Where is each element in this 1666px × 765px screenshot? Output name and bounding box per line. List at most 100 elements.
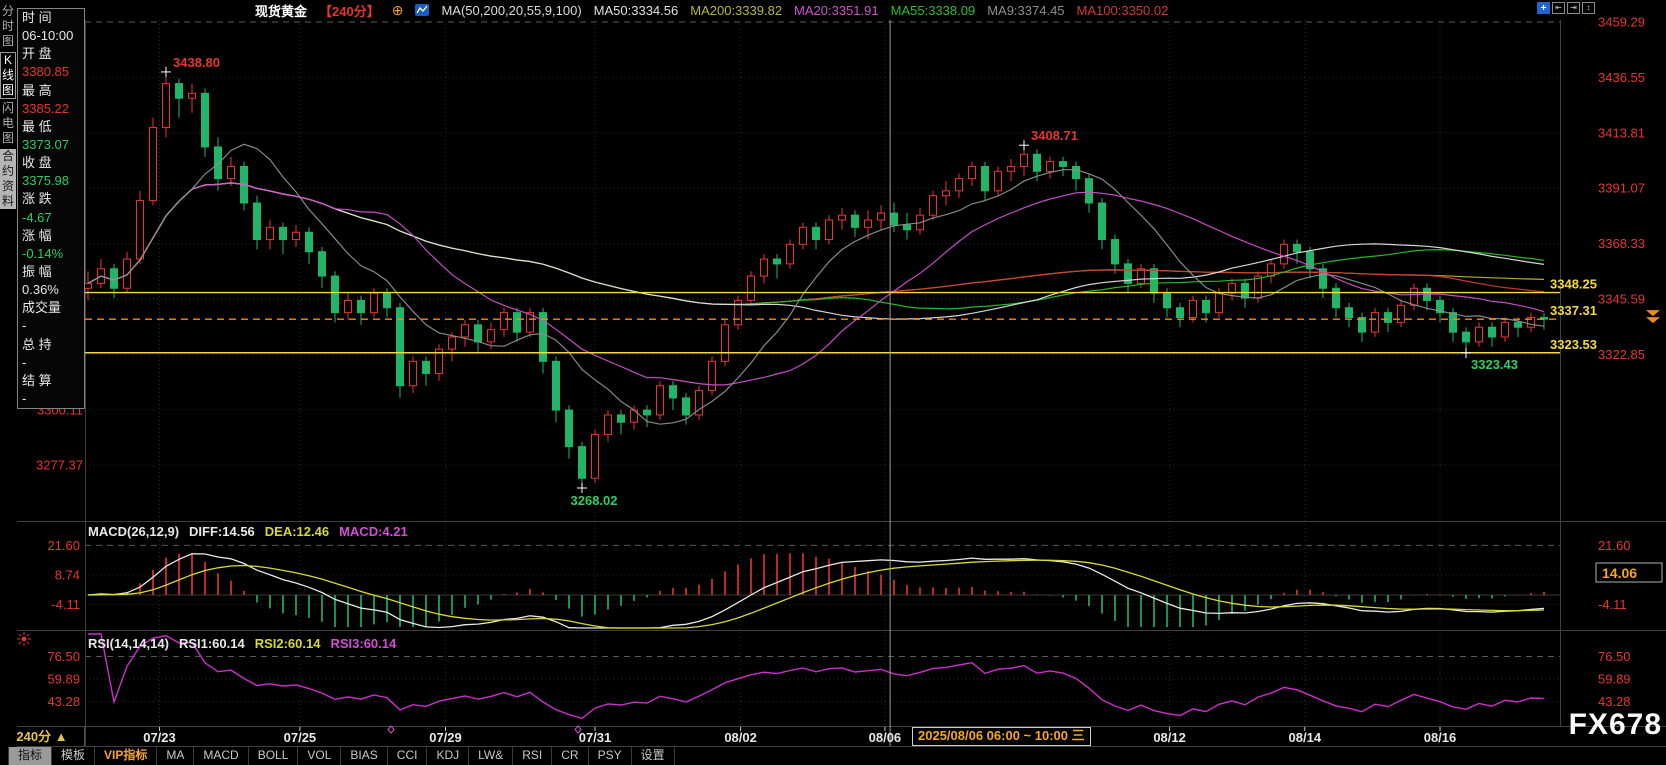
svg-text:3322.85: 3322.85 <box>1598 347 1645 362</box>
info-value: 3385.22 <box>18 100 84 118</box>
toolbar-tab-RSI[interactable]: RSI <box>513 747 552 765</box>
svg-text:3337.31: 3337.31 <box>1550 303 1597 318</box>
svg-text:43.28: 43.28 <box>47 694 80 709</box>
info-label: 涨 幅 <box>18 227 84 245</box>
ma-value-ma20: MA20:3351.91 <box>794 3 879 18</box>
toolbar-tab-BOLL[interactable]: BOLL <box>249 747 299 765</box>
rsi-value-3: RSI3:60.14 <box>330 636 396 651</box>
toolbar-grip <box>0 747 9 765</box>
svg-text:-4.11: -4.11 <box>1598 597 1627 612</box>
rsi-title: RSI(14,14,14) <box>88 636 169 651</box>
svg-text:07/29: 07/29 <box>429 730 462 745</box>
info-value: 3380.85 <box>18 63 84 81</box>
watermark: FX678 <box>1569 708 1662 742</box>
trading-app-window: 3459.293436.553413.813391.073368.333345.… <box>0 0 1666 765</box>
macd-diff-value: DIFF:14.56 <box>189 524 255 539</box>
info-value: 06-10:00 <box>18 27 84 45</box>
macd-title: MACD(26,12,9) <box>88 524 179 539</box>
ma-settings-label: MA(50,200,20,55,9,100) <box>441 3 581 18</box>
svg-text:3323.43: 3323.43 <box>1471 357 1518 372</box>
svg-text:21.60: 21.60 <box>1598 538 1631 553</box>
scale-right-icon[interactable]: ⇥ <box>1567 2 1580 14</box>
svg-text:3268.02: 3268.02 <box>571 493 618 508</box>
macd-current-value-box: 14.06 <box>1596 563 1662 582</box>
svg-text:21.60: 21.60 <box>47 538 80 553</box>
chart-window-icons: +⇤⇥↕ <box>1537 2 1595 14</box>
svg-text:8.74: 8.74 <box>55 567 80 582</box>
svg-text:08/14: 08/14 <box>1289 730 1322 745</box>
svg-text:07/31: 07/31 <box>579 730 612 745</box>
svg-text:3348.25: 3348.25 <box>1550 277 1597 292</box>
info-label: 结 算 <box>18 372 84 390</box>
toolbar-tab-指标[interactable]: 指标 <box>9 747 52 765</box>
svg-text:76.50: 76.50 <box>47 649 80 664</box>
svg-text:08/16: 08/16 <box>1424 730 1457 745</box>
macd-panel <box>88 553 1544 628</box>
period-up-arrow-icon: ▲ <box>55 729 68 744</box>
info-value: 3375.98 <box>18 172 84 190</box>
info-value: - <box>18 354 84 372</box>
period-selector-label: 240分 <box>16 729 51 744</box>
svg-text:07/23: 07/23 <box>143 730 176 745</box>
svg-text:07/25: 07/25 <box>284 730 317 745</box>
svg-text:76.50: 76.50 <box>1598 649 1631 664</box>
rsi-values: RSI1:60.14 RSI2:60.14 RSI3:60.14 <box>179 636 396 651</box>
ma-value-ma200: MA200:3339.82 <box>690 3 782 18</box>
rsi-value-2: RSI2:60.14 <box>255 636 321 651</box>
toolbar-tab-模板[interactable]: 模板 <box>52 747 95 765</box>
ma-values-legend: MA50:3334.56MA200:3339.82MA20:3351.91MA5… <box>594 3 1169 18</box>
info-value: -4.67 <box>18 209 84 227</box>
toolbar-tab-CR[interactable]: CR <box>552 747 588 765</box>
ma-value-ma9: MA9:3374.45 <box>987 3 1064 18</box>
toolbar-tab-VIP指标[interactable]: VIP指标 <box>95 747 157 765</box>
period-selector[interactable]: 240分 ▲ <box>0 727 85 746</box>
date-axis: 07/2307/2507/2907/3108/0208/0608/1208/14… <box>143 726 1456 745</box>
toolbar-tab-MACD[interactable]: MACD <box>194 747 248 765</box>
rsi-value-1: RSI1:60.14 <box>179 636 245 651</box>
info-label: 开 盘 <box>18 45 84 63</box>
svg-text:3413.81: 3413.81 <box>1598 125 1645 140</box>
svg-text:08/12: 08/12 <box>1153 730 1186 745</box>
period-badge[interactable]: 【240分】 <box>319 1 380 20</box>
line-anchor-diamond <box>388 726 394 733</box>
toolbar-tab-设置[interactable]: 设置 <box>632 747 675 765</box>
info-label: 成交量 <box>18 299 84 317</box>
toolbar-tab-KDJ[interactable]: KDJ <box>427 747 469 765</box>
move-crosshair-icon[interactable]: + <box>1537 2 1550 14</box>
svg-text:3436.55: 3436.55 <box>1598 70 1645 85</box>
chart-header: 现货黄金 【240分】 ⊕ MA(50,200,20,55,9,100) MA5… <box>255 1 1168 19</box>
left-tab-strip: 分时图 K线图闪电图合约资料 <box>0 0 17 765</box>
svg-text:3408.71: 3408.71 <box>1031 128 1078 143</box>
macd-dea-value: DEA:12.46 <box>265 524 329 539</box>
sidebar-tab-分时图[interactable]: 分时图 <box>0 4 16 49</box>
ma-value-ma100: MA100:3350.02 <box>1077 3 1169 18</box>
add-indicator-icon[interactable]: ⊕ <box>392 2 404 19</box>
toolbar-tab-VOL[interactable]: VOL <box>298 747 341 765</box>
toolbar-tab-CCI[interactable]: CCI <box>388 747 428 765</box>
info-value: 0.36% <box>18 281 84 299</box>
price-annotations: 3438.803408.713268.023323.43 <box>161 55 1518 508</box>
toolbar-tab-LW&[interactable]: LW& <box>469 747 513 765</box>
sidebar-tab-闪电图[interactable]: 闪电图 <box>0 101 16 146</box>
info-label: 最 高 <box>18 82 84 100</box>
candlestick-series <box>85 72 1548 488</box>
toolbar-tab-MA[interactable]: MA <box>157 747 194 765</box>
line-chart-icon[interactable] <box>415 4 429 16</box>
sidebar-tab-合约资料[interactable]: 合约资料 <box>0 149 16 209</box>
ma-value-ma50: MA50:3334.56 <box>594 3 679 18</box>
info-label: 涨 跌 <box>18 190 84 208</box>
svg-text:08/06: 08/06 <box>869 730 902 745</box>
scale-left-icon[interactable]: ⇤ <box>1552 2 1565 14</box>
toolbar-tab-BIAS[interactable]: BIAS <box>341 747 387 765</box>
quote-info-panel: 时 间06-10:00开 盘3380.85最 高3385.22最 低3373.0… <box>17 8 85 409</box>
alert-icon[interactable] <box>17 632 31 646</box>
svg-text:3391.07: 3391.07 <box>1598 181 1645 196</box>
sidebar-tab-K线图[interactable]: K线图 <box>0 52 16 99</box>
svg-text:43.28: 43.28 <box>1598 694 1631 709</box>
info-label: 振 幅 <box>18 263 84 281</box>
indicator-toolbar: 指标模板VIP指标MAMACDBOLLVOLBIASCCIKDJLW&RSICR… <box>0 747 675 765</box>
svg-text:-4.11: -4.11 <box>51 597 80 612</box>
rsi-legend: RSI(14,14,14) RSI1:60.14 RSI2:60.14 RSI3:6… <box>88 636 396 651</box>
toolbar-tab-PSY[interactable]: PSY <box>589 747 632 765</box>
scale-vertical-icon[interactable]: ↕ <box>1582 2 1595 14</box>
